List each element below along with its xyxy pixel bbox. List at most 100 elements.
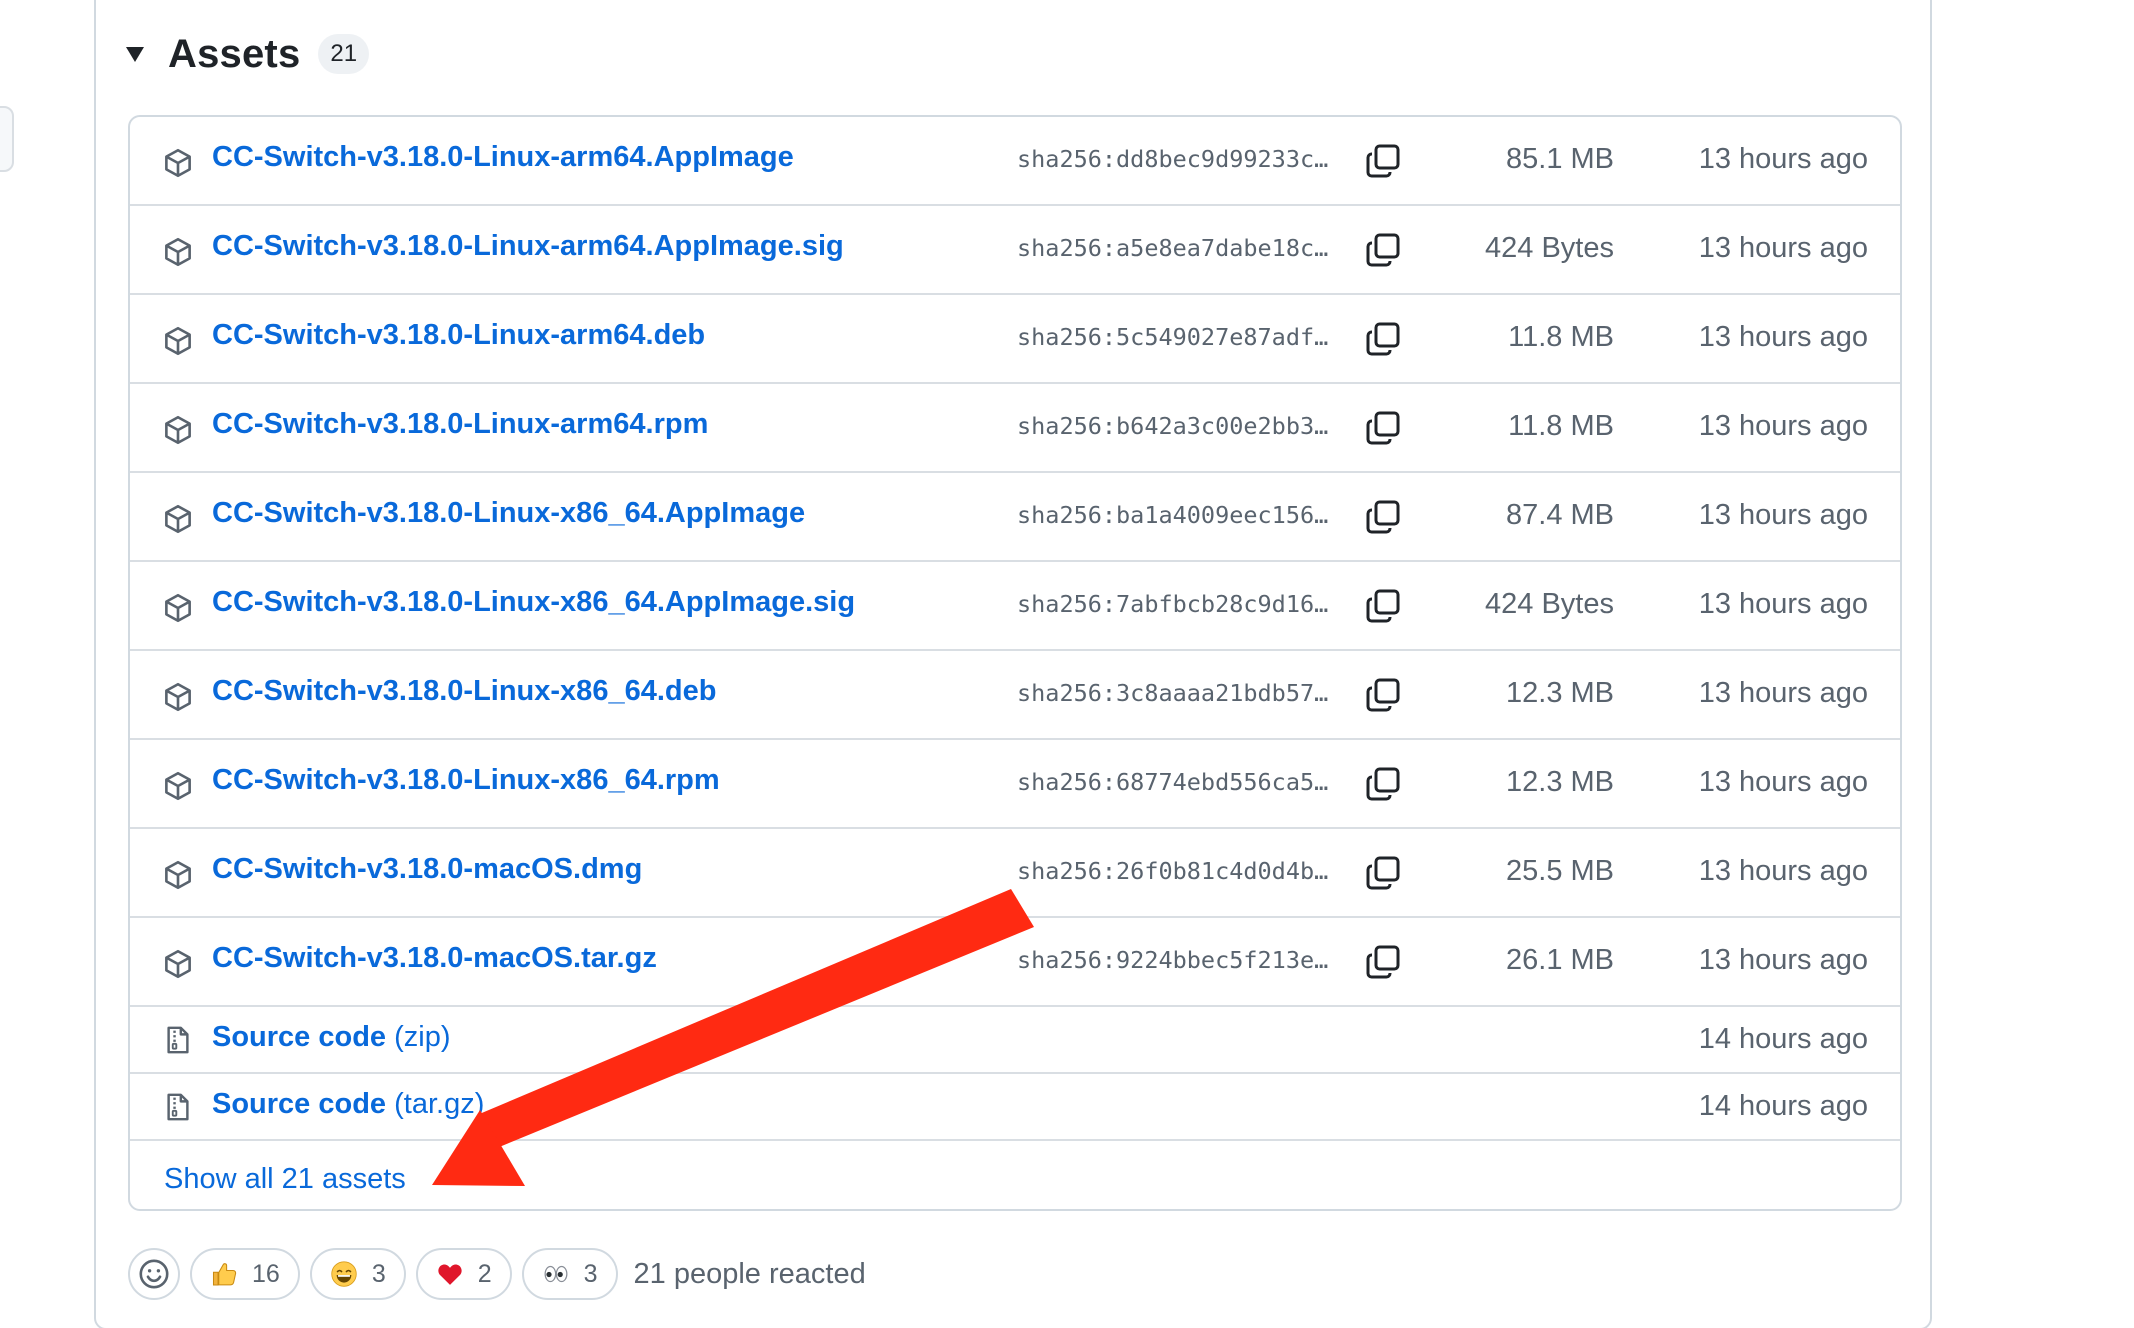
asset-link[interactable]: CC-Switch-v3.18.0-Linux-x86_64.AppImage.…	[212, 586, 855, 619]
reaction-count: 3	[583, 1259, 598, 1288]
reaction-count: 2	[477, 1259, 492, 1288]
asset-time: 13 hours ago	[1698, 321, 1868, 353]
reaction-count: 3	[371, 1259, 386, 1288]
asset-sha256: sha256:5c549027e87adf…	[1017, 323, 1329, 351]
asset-size: 11.8 MB	[1508, 410, 1614, 442]
asset-time: 13 hours ago	[1698, 143, 1868, 175]
asset-row: CC-Switch-v3.18.0-Linux-arm64.deb sha256…	[130, 295, 1900, 384]
asset-size: 87.4 MB	[1506, 499, 1614, 531]
asset-link[interactable]: CC-Switch-v3.18.0-macOS.tar.gz	[212, 942, 657, 975]
heart-icon	[438, 1264, 462, 1285]
asset-link[interactable]: CC-Switch-v3.18.0-macOS.dmg	[212, 853, 642, 886]
source-code-zip-link[interactable]: Source code (zip)	[212, 1021, 451, 1054]
triangle-down-icon[interactable]	[126, 46, 144, 62]
assets-count-badge: 21	[318, 34, 370, 74]
eyes-icon	[544, 1265, 568, 1283]
asset-time: 13 hours ago	[1698, 410, 1868, 442]
asset-sha256: sha256:7abfbcb28c9d16…	[1017, 590, 1329, 618]
asset-link[interactable]: CC-Switch-v3.18.0-Linux-x86_64.AppImage	[212, 497, 805, 530]
copy-icon[interactable]	[1365, 766, 1401, 802]
source-code-targz-link[interactable]: Source code (tar.gz)	[212, 1088, 484, 1121]
thumbs-up-icon	[212, 1263, 237, 1286]
asset-time: 13 hours ago	[1698, 232, 1868, 264]
package-icon	[165, 504, 191, 534]
copy-icon[interactable]	[1365, 499, 1401, 535]
assets-title: Assets	[168, 31, 301, 76]
copy-icon[interactable]	[1365, 944, 1401, 980]
asset-size: 85.1 MB	[1506, 143, 1614, 175]
add-reaction-button[interactable]	[128, 1248, 180, 1300]
asset-size: 12.3 MB	[1506, 766, 1614, 798]
asset-sha256: sha256:3c8aaaa21bdb57…	[1017, 679, 1329, 707]
copy-icon[interactable]	[1365, 143, 1401, 179]
asset-row: CC-Switch-v3.18.0-Linux-x86_64.AppImage …	[130, 473, 1900, 562]
asset-sha256: sha256:68774ebd556ca5…	[1017, 768, 1329, 796]
assets-list: CC-Switch-v3.18.0-Linux-arm64.AppImage s…	[128, 115, 1902, 1211]
asset-link[interactable]: CC-Switch-v3.18.0-Linux-arm64.AppImage	[212, 141, 794, 174]
asset-size: 25.5 MB	[1506, 855, 1614, 887]
copy-icon[interactable]	[1365, 677, 1401, 713]
asset-time: 13 hours ago	[1698, 588, 1868, 620]
asset-row: CC-Switch-v3.18.0-Linux-x86_64.deb sha25…	[130, 651, 1900, 740]
copy-icon[interactable]	[1365, 588, 1401, 624]
show-all-assets-link[interactable]: Show all 21 assets	[164, 1163, 406, 1196]
asset-size: 424 Bytes	[1485, 588, 1614, 620]
asset-row: CC-Switch-v3.18.0-macOS.tar.gz sha256:92…	[130, 918, 1900, 1007]
package-icon	[165, 771, 191, 801]
copy-icon[interactable]	[1365, 232, 1401, 268]
asset-link[interactable]: CC-Switch-v3.18.0-Linux-arm64.AppImage.s…	[212, 230, 844, 263]
asset-time: 13 hours ago	[1698, 677, 1868, 709]
asset-time: 13 hours ago	[1698, 944, 1868, 976]
package-icon	[165, 237, 191, 267]
reaction-count: 16	[252, 1259, 280, 1288]
asset-sha256: sha256:9224bbec5f213e…	[1017, 946, 1329, 974]
laugh-icon	[331, 1261, 357, 1287]
reaction-heart[interactable]: 2	[415, 1248, 512, 1300]
package-icon	[165, 148, 191, 178]
asset-link[interactable]: CC-Switch-v3.18.0-Linux-arm64.deb	[212, 319, 705, 352]
package-icon	[165, 415, 191, 445]
asset-size: 424 Bytes	[1485, 232, 1614, 264]
asset-time: 13 hours ago	[1698, 855, 1868, 887]
asset-row: CC-Switch-v3.18.0-Linux-x86_64.AppImage.…	[130, 562, 1900, 651]
asset-row: CC-Switch-v3.18.0-macOS.dmg sha256:26f0b…	[130, 829, 1900, 918]
reaction-thumbs-up[interactable]: 16	[190, 1248, 300, 1300]
asset-row: CC-Switch-v3.18.0-Linux-arm64.rpm sha256…	[130, 384, 1900, 473]
asset-size: 26.1 MB	[1506, 944, 1614, 976]
asset-sha256: sha256:26f0b81c4d0d4b…	[1017, 857, 1329, 885]
package-icon	[165, 326, 191, 356]
asset-time: 14 hours ago	[1698, 1023, 1868, 1055]
asset-link[interactable]: CC-Switch-v3.18.0-Linux-x86_64.rpm	[212, 764, 720, 797]
package-icon	[165, 860, 191, 890]
sidebar-tab-stub[interactable]	[0, 106, 14, 172]
asset-link[interactable]: CC-Switch-v3.18.0-Linux-arm64.rpm	[212, 408, 708, 441]
file-zip-icon	[167, 1026, 189, 1054]
copy-icon[interactable]	[1365, 321, 1401, 357]
package-icon	[165, 593, 191, 623]
asset-size: 12.3 MB	[1506, 677, 1614, 709]
release-page: Assets 21 CC-Switch-v3.18.0-Linux-arm64.…	[0, 0, 2134, 1328]
asset-link[interactable]: CC-Switch-v3.18.0-Linux-x86_64.deb	[212, 675, 716, 708]
file-zip-icon	[167, 1093, 189, 1121]
source-code-row: Source code (zip) 14 hours ago	[130, 1007, 1900, 1074]
asset-row: CC-Switch-v3.18.0-Linux-arm64.AppImage.s…	[130, 206, 1900, 295]
source-code-row: Source code (tar.gz) 14 hours ago	[130, 1074, 1900, 1141]
package-icon	[165, 682, 191, 712]
asset-sha256: sha256:dd8bec9d99233c…	[1017, 145, 1329, 173]
copy-icon[interactable]	[1365, 855, 1401, 891]
asset-sha256: sha256:a5e8ea7dabe18c…	[1017, 234, 1329, 262]
asset-time: 14 hours ago	[1698, 1090, 1868, 1122]
asset-row: CC-Switch-v3.18.0-Linux-arm64.AppImage s…	[130, 117, 1900, 206]
reaction-laugh[interactable]: 3	[309, 1248, 406, 1300]
package-icon	[165, 949, 191, 979]
asset-sha256: sha256:ba1a4009eec156…	[1017, 501, 1329, 529]
copy-icon[interactable]	[1365, 410, 1401, 446]
asset-row: CC-Switch-v3.18.0-Linux-x86_64.rpm sha25…	[130, 740, 1900, 829]
asset-time: 13 hours ago	[1698, 499, 1868, 531]
asset-time: 13 hours ago	[1698, 766, 1868, 798]
asset-sha256: sha256:b642a3c00e2bb3…	[1017, 412, 1329, 440]
reactions-bar: 16 3 2 3 21 people reacted	[128, 1248, 866, 1300]
reaction-eyes[interactable]: 3	[521, 1248, 618, 1300]
smiley-icon	[139, 1259, 169, 1289]
assets-header[interactable]: Assets 21	[126, 28, 370, 80]
